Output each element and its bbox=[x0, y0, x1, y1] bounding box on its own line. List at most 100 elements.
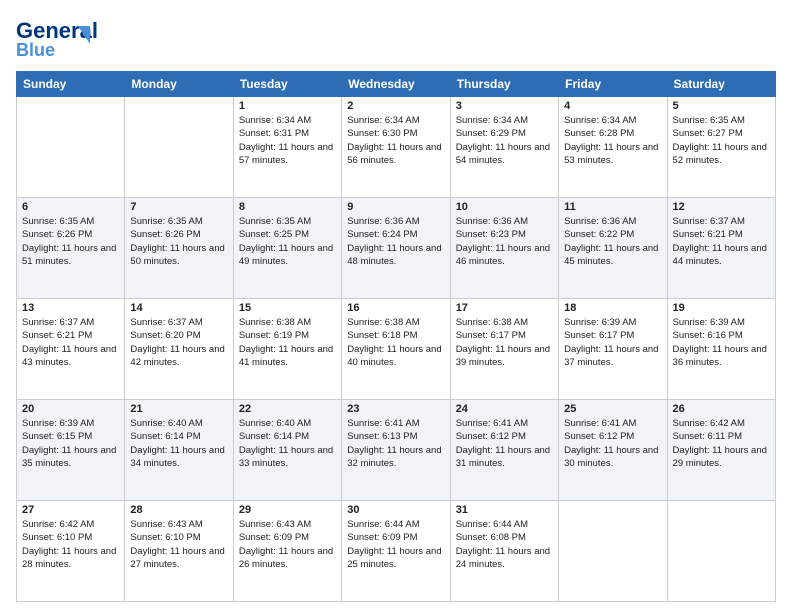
sunrise-text: Sunrise: 6:35 AM bbox=[239, 215, 336, 228]
sunrise-text: Sunrise: 6:44 AM bbox=[456, 518, 553, 531]
calendar-day-cell: 10 Sunrise: 6:36 AMSunset: 6:23 PMDayligh… bbox=[450, 198, 558, 299]
calendar-day-cell: 26Sunrise: 6:42 AMSunset: 6:11 PMDayligh… bbox=[667, 400, 775, 501]
day-info: Sunrise: 6:40 AMSunset: 6:14 PMDaylight:… bbox=[239, 417, 336, 470]
day-number: 2 bbox=[347, 100, 444, 112]
day-info: Sunrise: 6:35 AMSunset: 6:27 PMDaylight:… bbox=[673, 114, 770, 167]
day-number: 11 bbox=[564, 201, 661, 213]
day-number: 6 bbox=[22, 201, 119, 213]
day-number: 19 bbox=[673, 302, 770, 314]
calendar-day-cell: 3Sunrise: 6:34 AMSunset: 6:29 PMDaylight… bbox=[450, 97, 558, 198]
sunrise-text: Sunrise: 6:34 AM bbox=[239, 114, 336, 127]
day-number: 29 bbox=[239, 504, 336, 516]
day-number: 31 bbox=[456, 504, 553, 516]
sunrise-text: Sunrise: 6:38 AM bbox=[239, 316, 336, 329]
sunrise-text: Sunrise: 6:36 AM bbox=[456, 215, 553, 228]
daylight-text: Daylight: 11 hours and 51 minutes. bbox=[22, 242, 119, 269]
weekday-header: Wednesday bbox=[342, 72, 450, 97]
daylight-text: Daylight: 11 hours and 34 minutes. bbox=[130, 444, 227, 471]
day-number: 1 bbox=[239, 100, 336, 112]
day-info: Sunrise: 6:34 AMSunset: 6:29 PMDaylight:… bbox=[456, 114, 553, 167]
day-info: Sunrise: 6:36 AMSunset: 6:23 PMDaylight:… bbox=[456, 215, 553, 268]
calendar-day-cell: 22Sunrise: 6:40 AMSunset: 6:14 PMDayligh… bbox=[233, 400, 341, 501]
day-info: Sunrise: 6:42 AMSunset: 6:10 PMDaylight:… bbox=[22, 518, 119, 571]
sunrise-text: Sunrise: 6:38 AM bbox=[456, 316, 553, 329]
sunset-text: Sunset: 6:24 PM bbox=[347, 228, 444, 241]
calendar-day-cell: 23Sunrise: 6:41 AMSunset: 6:13 PMDayligh… bbox=[342, 400, 450, 501]
daylight-text: Daylight: 11 hours and 24 minutes. bbox=[456, 545, 553, 572]
day-info: Sunrise: 6:43 AMSunset: 6:09 PMDaylight:… bbox=[239, 518, 336, 571]
day-info: Sunrise: 6:38 AMSunset: 6:18 PMDaylight:… bbox=[347, 316, 444, 369]
sunset-text: Sunset: 6:26 PM bbox=[130, 228, 227, 241]
daylight-text: Daylight: 11 hours and 54 minutes. bbox=[456, 141, 553, 168]
daylight-text: Daylight: 11 hours and 41 minutes. bbox=[239, 343, 336, 370]
day-number: 24 bbox=[456, 403, 553, 415]
day-info: Sunrise: 6:37 AMSunset: 6:20 PMDaylight:… bbox=[130, 316, 227, 369]
calendar-day-cell: 25Sunrise: 6:41 AMSunset: 6:12 PMDayligh… bbox=[559, 400, 667, 501]
day-info: Sunrise: 6:35 AMSunset: 6:26 PMDaylight:… bbox=[130, 215, 227, 268]
sunset-text: Sunset: 6:14 PM bbox=[239, 430, 336, 443]
daylight-text: Daylight: 11 hours and 28 minutes. bbox=[22, 545, 119, 572]
sunset-text: Sunset: 6:22 PM bbox=[564, 228, 661, 241]
daylight-text: Daylight: 11 hours and 40 minutes. bbox=[347, 343, 444, 370]
day-number: 5 bbox=[673, 100, 770, 112]
sunset-text: Sunset: 6:18 PM bbox=[347, 329, 444, 342]
calendar-day-cell: 21Sunrise: 6:40 AMSunset: 6:14 PMDayligh… bbox=[125, 400, 233, 501]
sunset-text: Sunset: 6:17 PM bbox=[564, 329, 661, 342]
page: General Blue SundayMondayTuesdayWednesda… bbox=[0, 0, 792, 612]
header: General Blue bbox=[16, 16, 776, 61]
calendar-day-cell: 28Sunrise: 6:43 AMSunset: 6:10 PMDayligh… bbox=[125, 501, 233, 602]
day-number: 10 bbox=[456, 201, 553, 213]
calendar-day-cell: 27 Sunrise: 6:42 AMSunset: 6:10 PMDayligh… bbox=[17, 501, 125, 602]
day-info: Sunrise: 6:37 AMSunset: 6:21 PMDaylight:… bbox=[673, 215, 770, 268]
sunset-text: Sunset: 6:09 PM bbox=[347, 531, 444, 544]
day-info: Sunrise: 6:35 AMSunset: 6:25 PMDaylight:… bbox=[239, 215, 336, 268]
sunrise-text: Sunrise: 6:40 AM bbox=[239, 417, 336, 430]
sunset-text: Sunset: 6:16 PM bbox=[673, 329, 770, 342]
day-info: Sunrise: 6:37 AMSunset: 6:21 PMDaylight:… bbox=[22, 316, 119, 369]
day-number: 20 bbox=[22, 403, 119, 415]
sunset-text: Sunset: 6:11 PM bbox=[673, 430, 770, 443]
sunset-text: Sunset: 6:27 PM bbox=[673, 127, 770, 140]
day-info: Sunrise: 6:38 AMSunset: 6:17 PMDaylight:… bbox=[456, 316, 553, 369]
day-info: Sunrise: 6:43 AMSunset: 6:10 PMDaylight:… bbox=[130, 518, 227, 571]
svg-text:Blue: Blue bbox=[16, 40, 55, 60]
weekday-header: Monday bbox=[125, 72, 233, 97]
sunrise-text: Sunrise: 6:43 AM bbox=[130, 518, 227, 531]
calendar-day-cell: 6 Sunrise: 6:35 AMSunset: 6:26 PMDaylight… bbox=[17, 198, 125, 299]
sunrise-text: Sunrise: 6:41 AM bbox=[456, 417, 553, 430]
sunrise-text: Sunrise: 6:42 AM bbox=[673, 417, 770, 430]
sunset-text: Sunset: 6:09 PM bbox=[239, 531, 336, 544]
sunset-text: Sunset: 6:30 PM bbox=[347, 127, 444, 140]
sunset-text: Sunset: 6:08 PM bbox=[456, 531, 553, 544]
day-number: 15 bbox=[239, 302, 336, 314]
weekday-header: Thursday bbox=[450, 72, 558, 97]
daylight-text: Daylight: 11 hours and 42 minutes. bbox=[130, 343, 227, 370]
day-number: 4 bbox=[564, 100, 661, 112]
calendar-day-cell: 18Sunrise: 6:39 AMSunset: 6:17 PMDayligh… bbox=[559, 299, 667, 400]
daylight-text: Daylight: 11 hours and 52 minutes. bbox=[673, 141, 770, 168]
day-number: 21 bbox=[130, 403, 227, 415]
sunset-text: Sunset: 6:23 PM bbox=[456, 228, 553, 241]
sunset-text: Sunset: 6:10 PM bbox=[22, 531, 119, 544]
calendar-day-cell: 9Sunrise: 6:36 AMSunset: 6:24 PMDaylight… bbox=[342, 198, 450, 299]
calendar-day-cell: 14Sunrise: 6:37 AMSunset: 6:20 PMDayligh… bbox=[125, 299, 233, 400]
day-info: Sunrise: 6:36 AMSunset: 6:24 PMDaylight:… bbox=[347, 215, 444, 268]
day-info: Sunrise: 6:44 AMSunset: 6:09 PMDaylight:… bbox=[347, 518, 444, 571]
day-info: Sunrise: 6:44 AMSunset: 6:08 PMDaylight:… bbox=[456, 518, 553, 571]
calendar-day-cell: 19 Sunrise: 6:39 AMSunset: 6:16 PMDayligh… bbox=[667, 299, 775, 400]
day-info: Sunrise: 6:34 AMSunset: 6:30 PMDaylight:… bbox=[347, 114, 444, 167]
sunset-text: Sunset: 6:12 PM bbox=[564, 430, 661, 443]
daylight-text: Daylight: 11 hours and 46 minutes. bbox=[456, 242, 553, 269]
sunrise-text: Sunrise: 6:41 AM bbox=[347, 417, 444, 430]
calendar-day-cell: 5 Sunrise: 6:35 AMSunset: 6:27 PMDaylight… bbox=[667, 97, 775, 198]
daylight-text: Daylight: 11 hours and 36 minutes. bbox=[673, 343, 770, 370]
sunrise-text: Sunrise: 6:36 AM bbox=[564, 215, 661, 228]
calendar-day-cell: 11Sunrise: 6:36 AMSunset: 6:22 PMDayligh… bbox=[559, 198, 667, 299]
sunrise-text: Sunrise: 6:42 AM bbox=[22, 518, 119, 531]
day-number: 27 bbox=[22, 504, 119, 516]
sunrise-text: Sunrise: 6:39 AM bbox=[673, 316, 770, 329]
calendar-day-cell bbox=[17, 97, 125, 198]
daylight-text: Daylight: 11 hours and 57 minutes. bbox=[239, 141, 336, 168]
sunset-text: Sunset: 6:15 PM bbox=[22, 430, 119, 443]
day-info: Sunrise: 6:35 AMSunset: 6:26 PMDaylight:… bbox=[22, 215, 119, 268]
